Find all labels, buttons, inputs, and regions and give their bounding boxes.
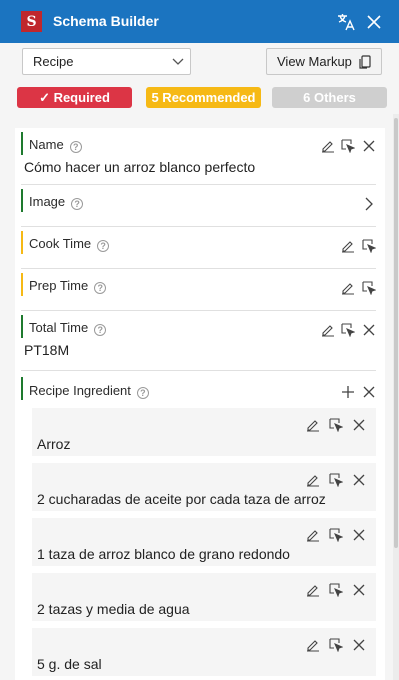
edit-icon[interactable] xyxy=(341,281,355,295)
remove-icon[interactable] xyxy=(352,583,366,597)
remove-icon[interactable] xyxy=(352,638,366,652)
select-on-page-icon[interactable] xyxy=(329,638,343,652)
close-icon[interactable] xyxy=(365,13,383,31)
ingredient-value: 2 cucharadas de aceite por cada taza de … xyxy=(37,491,326,507)
field-value: Cómo hacer un arroz blanco perfecto xyxy=(24,159,256,175)
schema-type-value: Recipe xyxy=(33,54,74,69)
help-icon[interactable]: ? xyxy=(97,240,110,252)
recommended-filter-button[interactable]: 5 Recommended xyxy=(146,87,261,108)
help-icon[interactable]: ? xyxy=(136,387,149,399)
others-filter-button[interactable]: 6 Others xyxy=(272,87,387,108)
view-markup-label: View Markup xyxy=(277,54,352,69)
field-recipe-ingredient: Recipe Ingredient? Arroz 2 cucharadas de… xyxy=(21,371,376,680)
edit-icon[interactable] xyxy=(306,528,320,542)
ingredient-value: Arroz xyxy=(37,436,71,452)
recommended-indicator xyxy=(21,273,23,296)
ingredient-item: 2 cucharadas de aceite por cada taza de … xyxy=(32,463,376,511)
edit-icon[interactable] xyxy=(321,139,335,153)
field-value: PT18M xyxy=(24,342,70,358)
app-logo: S xyxy=(21,11,42,32)
field-cook-time: Cook Time? xyxy=(21,227,376,269)
app-title: Schema Builder xyxy=(53,13,159,29)
fields-panel: Name? Cómo hacer un arroz blanco perfect… xyxy=(15,128,385,680)
field-label: Name? xyxy=(29,137,82,153)
ingredient-item: 1 taza de arroz blanco de grano redondo xyxy=(32,518,376,566)
field-label: Recipe Ingredient? xyxy=(29,383,149,399)
edit-icon[interactable] xyxy=(306,583,320,597)
scrollbar-thumb[interactable] xyxy=(394,118,398,548)
ingredient-value: 1 taza de arroz blanco de grano redondo xyxy=(37,546,290,562)
field-label: Image? xyxy=(29,194,84,210)
add-icon[interactable] xyxy=(341,385,355,399)
filter-bar: ✓ Required 5 Recommended 6 Others xyxy=(0,81,399,114)
edit-icon[interactable] xyxy=(306,418,320,432)
remove-icon[interactable] xyxy=(362,139,376,153)
field-total-time: Total Time? PT18M xyxy=(21,311,376,371)
toolbar: Recipe View Markup xyxy=(0,43,399,81)
remove-icon[interactable] xyxy=(352,418,366,432)
select-on-page-icon[interactable] xyxy=(329,418,343,432)
edit-icon[interactable] xyxy=(306,473,320,487)
required-indicator xyxy=(21,189,23,212)
field-image: Image? xyxy=(21,185,376,227)
select-on-page-icon[interactable] xyxy=(341,139,355,153)
required-indicator xyxy=(21,315,23,338)
help-icon[interactable]: ? xyxy=(94,324,107,336)
view-markup-button[interactable]: View Markup xyxy=(266,48,382,75)
required-filter-button[interactable]: ✓ Required xyxy=(17,87,132,108)
ingredient-item: 5 g. de sal xyxy=(32,628,376,676)
remove-icon[interactable] xyxy=(362,323,376,337)
remove-icon[interactable] xyxy=(362,385,376,399)
select-on-page-icon[interactable] xyxy=(329,583,343,597)
title-bar: S Schema Builder xyxy=(0,0,399,43)
copy-icon xyxy=(359,55,371,69)
chevron-right-icon[interactable] xyxy=(362,197,376,211)
field-name: Name? Cómo hacer un arroz blanco perfect… xyxy=(21,128,376,185)
select-on-page-icon[interactable] xyxy=(329,528,343,542)
select-on-page-icon[interactable] xyxy=(341,323,355,337)
ingredient-value: 5 g. de sal xyxy=(37,656,102,672)
field-label: Total Time? xyxy=(29,320,107,336)
remove-icon[interactable] xyxy=(352,528,366,542)
select-on-page-icon[interactable] xyxy=(329,473,343,487)
edit-icon[interactable] xyxy=(321,323,335,337)
required-indicator xyxy=(21,377,23,400)
ingredient-item: 2 tazas y media de agua xyxy=(32,573,376,621)
select-on-page-icon[interactable] xyxy=(362,281,376,295)
field-prep-time: Prep Time? xyxy=(21,269,376,311)
edit-icon[interactable] xyxy=(341,239,355,253)
field-label: Cook Time? xyxy=(29,236,110,252)
help-icon[interactable]: ? xyxy=(94,282,107,294)
edit-icon[interactable] xyxy=(306,638,320,652)
remove-icon[interactable] xyxy=(352,473,366,487)
content-area: Name? Cómo hacer un arroz blanco perfect… xyxy=(0,114,393,680)
select-on-page-icon[interactable] xyxy=(362,239,376,253)
ingredient-value: 2 tazas y media de agua xyxy=(37,601,190,617)
ingredient-item: Arroz xyxy=(32,408,376,456)
field-label: Prep Time? xyxy=(29,278,107,294)
translate-icon[interactable] xyxy=(337,13,355,31)
chevron-down-icon xyxy=(172,58,184,65)
schema-type-select[interactable]: Recipe xyxy=(22,48,191,75)
recommended-indicator xyxy=(21,231,23,254)
help-icon[interactable]: ? xyxy=(71,198,84,210)
help-icon[interactable]: ? xyxy=(69,141,82,153)
required-indicator xyxy=(21,132,23,155)
